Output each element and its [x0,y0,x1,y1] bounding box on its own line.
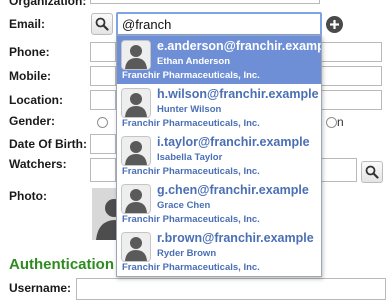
gender-label: Gender: [9,114,56,128]
mobile-field-end[interactable] [322,66,382,86]
organization-field[interactable] [90,0,320,4]
avatar [121,88,151,118]
suggestion-name: Ryder Brown [157,248,217,259]
watchers-label: Watchers: [9,157,67,171]
user-avatar-icon [122,233,150,261]
phone-field-end[interactable] [322,42,382,62]
dob-label: Date Of Birth: [9,137,87,151]
email-add-button[interactable] [326,16,343,33]
suggestion-name: Ethan Anderson [157,56,231,67]
watchers-field[interactable] [90,158,116,182]
mobile-label: Mobile: [9,69,51,83]
gender-radio-other[interactable] [326,117,337,128]
username-label: Username: [9,281,72,295]
location-field[interactable] [90,90,116,110]
suggestion-item[interactable]: g.chen@franchir.example Grace Chen Franc… [117,180,321,228]
location-label: Location: [9,93,63,107]
authentication-title: Authentication [9,256,114,273]
gender-option-label: n [337,115,344,129]
search-icon [95,17,109,31]
search-icon [365,165,379,179]
suggestion-item[interactable]: r.brown@franchir.example Ryder Brown Fra… [117,228,321,276]
plus-icon [330,20,339,29]
suggestion-company: Franchir Pharmaceuticals, Inc. [122,118,260,129]
email-input[interactable] [116,12,322,36]
suggestion-item[interactable]: i.taylor@franchir.example Isabella Taylo… [117,132,321,180]
suggestion-name: Grace Chen [157,200,211,211]
user-avatar-icon [122,41,150,69]
suggestion-email: e.anderson@franchir.example [157,39,322,53]
watchers-field-end[interactable] [322,158,357,182]
user-avatar-icon [122,137,150,165]
organization-label: Organization: [9,0,87,8]
suggestion-company: Franchir Pharmaceuticals, Inc. [122,262,260,273]
avatar [121,232,151,262]
photo-label: Photo: [9,189,47,203]
dob-field[interactable] [90,134,116,154]
avatar [121,136,151,166]
suggestion-name: Hunter Wilson [157,104,222,115]
email-label: Email: [9,17,46,31]
suggestion-email: g.chen@franchir.example [157,183,309,197]
gender-radio[interactable] [97,117,108,128]
suggestion-email: i.taylor@franchir.example [157,135,310,149]
avatar [121,40,151,70]
suggestion-item[interactable]: h.wilson@franchir.example Hunter Wilson … [117,84,321,132]
user-avatar-icon [122,89,150,117]
email-search-button[interactable] [91,13,113,35]
watchers-search-button[interactable] [361,161,383,183]
mobile-field[interactable] [90,66,116,86]
avatar [121,184,151,214]
location-field-end[interactable] [322,90,382,110]
phone-field[interactable] [90,42,116,62]
user-avatar-icon [122,185,150,213]
suggestion-company: Franchir Pharmaceuticals, Inc. [122,166,260,177]
phone-label: Phone: [9,45,50,59]
email-suggestions-dropdown: e.anderson@franchir.example Ethan Anders… [116,35,322,277]
username-field[interactable] [76,278,386,300]
suggestion-item[interactable]: e.anderson@franchir.example Ethan Anders… [117,36,321,84]
suggestion-company: Franchir Pharmaceuticals, Inc. [122,70,260,81]
suggestion-company: Franchir Pharmaceuticals, Inc. [122,214,260,225]
suggestion-name: Isabella Taylor [157,152,223,163]
suggestion-email: h.wilson@franchir.example [157,87,319,101]
suggestion-email: r.brown@franchir.example [157,231,314,245]
